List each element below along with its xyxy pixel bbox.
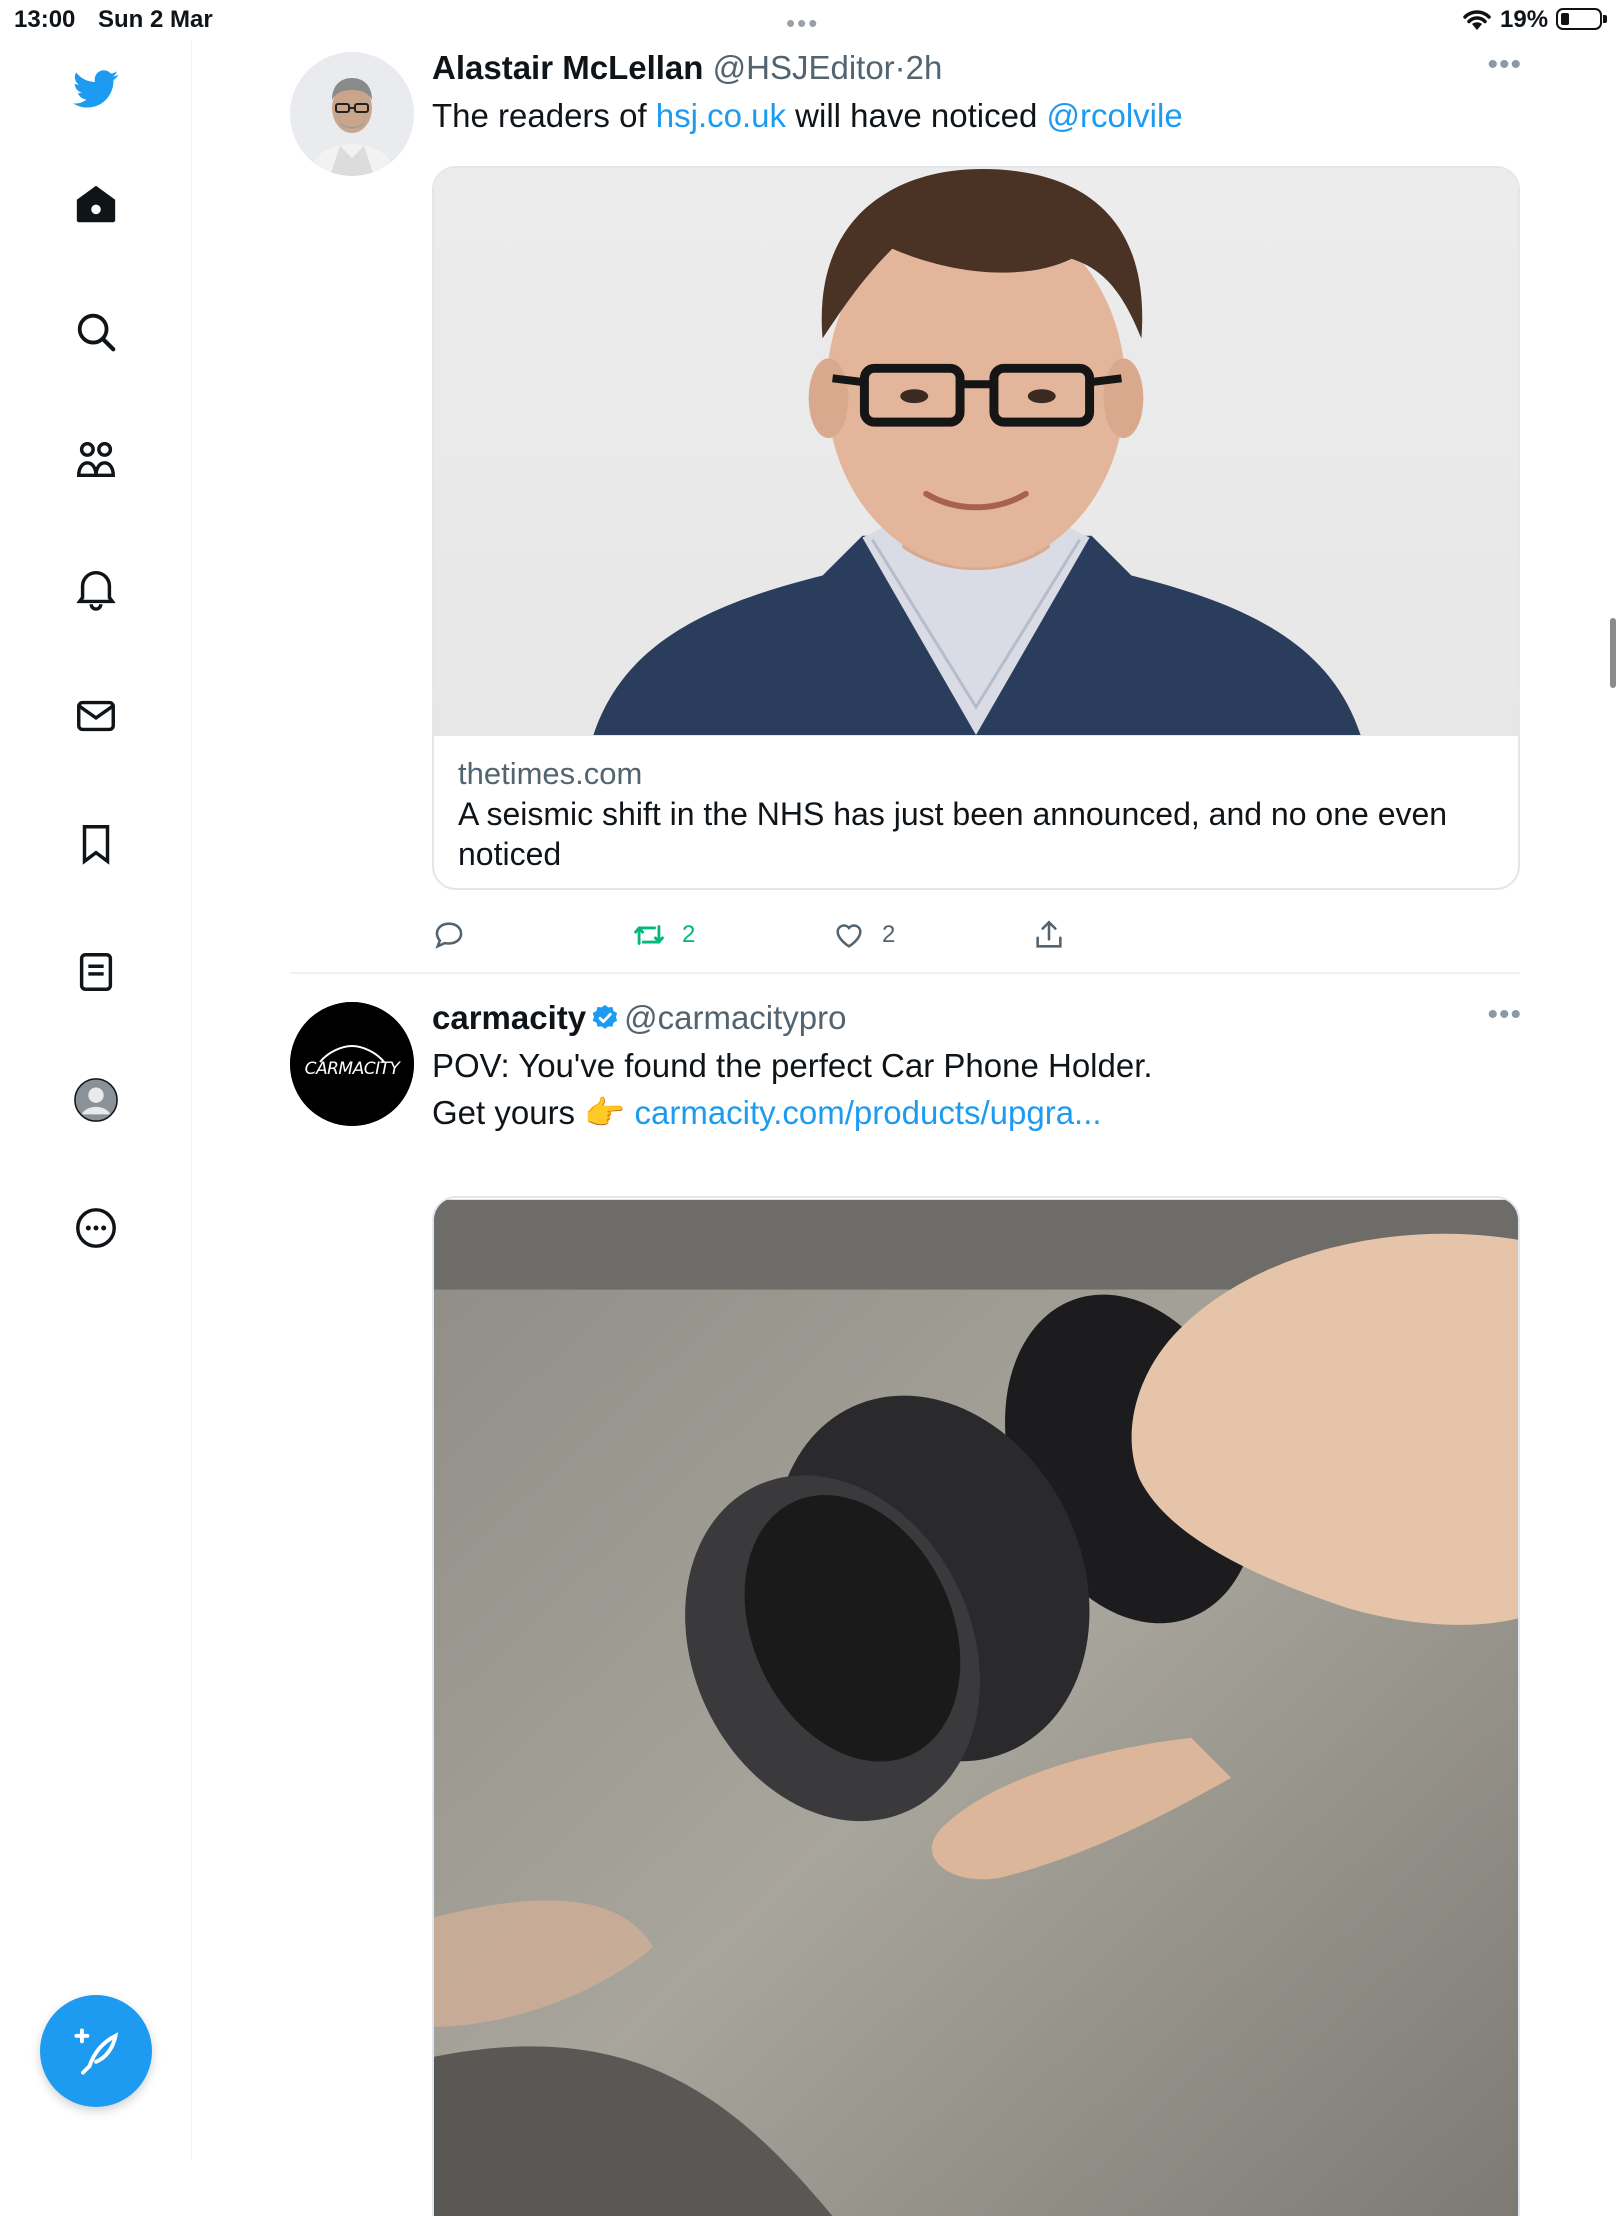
tweet-actions: 2 2 <box>432 910 1132 960</box>
header-separator: · <box>894 49 906 86</box>
tweet-text-part: Get yours <box>432 1094 585 1131</box>
status-time: 13:00 <box>14 6 76 33</box>
status-date: Sun 2 Mar <box>98 6 213 33</box>
bell-icon[interactable] <box>70 562 122 614</box>
tweet-timestamp[interactable]: 2h <box>906 49 943 86</box>
verified-badge-icon <box>592 1004 618 1029</box>
lists-icon[interactable] <box>70 946 122 998</box>
tweet[interactable]: Alastair McLellan @HSJEditor·2h ••• The … <box>290 48 1522 988</box>
reply-icon <box>435 922 463 949</box>
wifi-icon <box>1463 10 1491 30</box>
tweet-text-part: The readers of <box>432 97 656 134</box>
card-image <box>434 168 1518 736</box>
communities-icon[interactable] <box>70 434 122 486</box>
compose-tweet-button[interactable] <box>40 1995 152 2107</box>
like-count: 2 <box>882 921 896 948</box>
link-card[interactable]: thetimes.com A seismic shift in the NHS … <box>432 166 1520 890</box>
search-icon[interactable] <box>70 306 122 358</box>
tweet-link[interactable]: hsj.co.uk <box>656 97 786 134</box>
tweet-header: carmacity @carmacitypro <box>432 998 1522 1038</box>
profile-avatar-icon[interactable] <box>70 1074 122 1126</box>
card-title: A seismic shift in the NHS has just been… <box>458 796 1448 872</box>
reply-button[interactable] <box>432 910 466 960</box>
battery-percent: 19% <box>1500 6 1549 33</box>
compose-feather-icon <box>74 2028 119 2075</box>
pointing-emoji: 👉 <box>584 1094 626 1131</box>
author-avatar[interactable]: CARMACITY <box>290 1002 414 1126</box>
mention-link[interactable]: @rcolvile <box>1047 97 1183 134</box>
more-circle-icon[interactable] <box>70 1202 122 1254</box>
author-handle[interactable]: @carmacitypro <box>624 999 846 1036</box>
avatar-logo-text: CARMACITY <box>305 1059 402 1079</box>
bookmark-icon[interactable] <box>70 818 122 870</box>
battery-icon <box>1556 8 1607 30</box>
like-button[interactable]: 2 <box>832 910 895 960</box>
sidebar-nav <box>0 40 192 2160</box>
tweet-text: The readers of hsj.co.uk will have notic… <box>432 92 1522 139</box>
multitasking-dots-icon[interactable]: ••• <box>786 8 819 39</box>
tweet-text-line: POV: You've found the perfect Car Phone … <box>432 1047 1153 1084</box>
scroll-indicator[interactable] <box>1610 618 1616 688</box>
tweet-divider <box>290 972 1520 974</box>
tweet-more-icon[interactable]: ••• <box>1487 998 1522 1032</box>
heart-icon <box>836 924 862 948</box>
share-icon <box>1036 920 1062 948</box>
author-handle[interactable]: @HSJEditor <box>713 49 895 86</box>
author-name[interactable]: carmacity <box>432 999 586 1036</box>
tweet-text-part: will have noticed <box>786 97 1047 134</box>
share-button[interactable] <box>1032 910 1066 960</box>
tweet[interactable]: CARMACITY carmacity @carmacitypro ••• POV… <box>290 998 1522 2216</box>
tweet-text: POV: You've found the perfect Car Phone … <box>432 1042 1522 1136</box>
retweet-count: 2 <box>682 921 696 948</box>
timeline: Alastair McLellan @HSJEditor·2h ••• The … <box>192 40 1620 2216</box>
retweet-button[interactable]: 2 <box>632 910 695 960</box>
twitter-bird-icon[interactable] <box>70 62 122 114</box>
status-bar: 13:00 Sun 2 Mar ••• 19% <box>0 0 1620 40</box>
tweet-more-icon[interactable]: ••• <box>1487 48 1522 82</box>
card-domain: thetimes.com <box>458 756 643 791</box>
author-avatar[interactable] <box>290 52 414 176</box>
home-icon[interactable] <box>70 178 122 230</box>
tweet-video[interactable] <box>432 1196 1520 2216</box>
retweet-icon <box>634 925 664 945</box>
author-name[interactable]: Alastair McLellan <box>432 49 703 86</box>
tweet-header: Alastair McLellan @HSJEditor·2h <box>432 48 1522 88</box>
tweet-link[interactable]: carmacity.com/products/upgra... <box>635 1094 1102 1131</box>
mail-icon[interactable] <box>70 690 122 742</box>
